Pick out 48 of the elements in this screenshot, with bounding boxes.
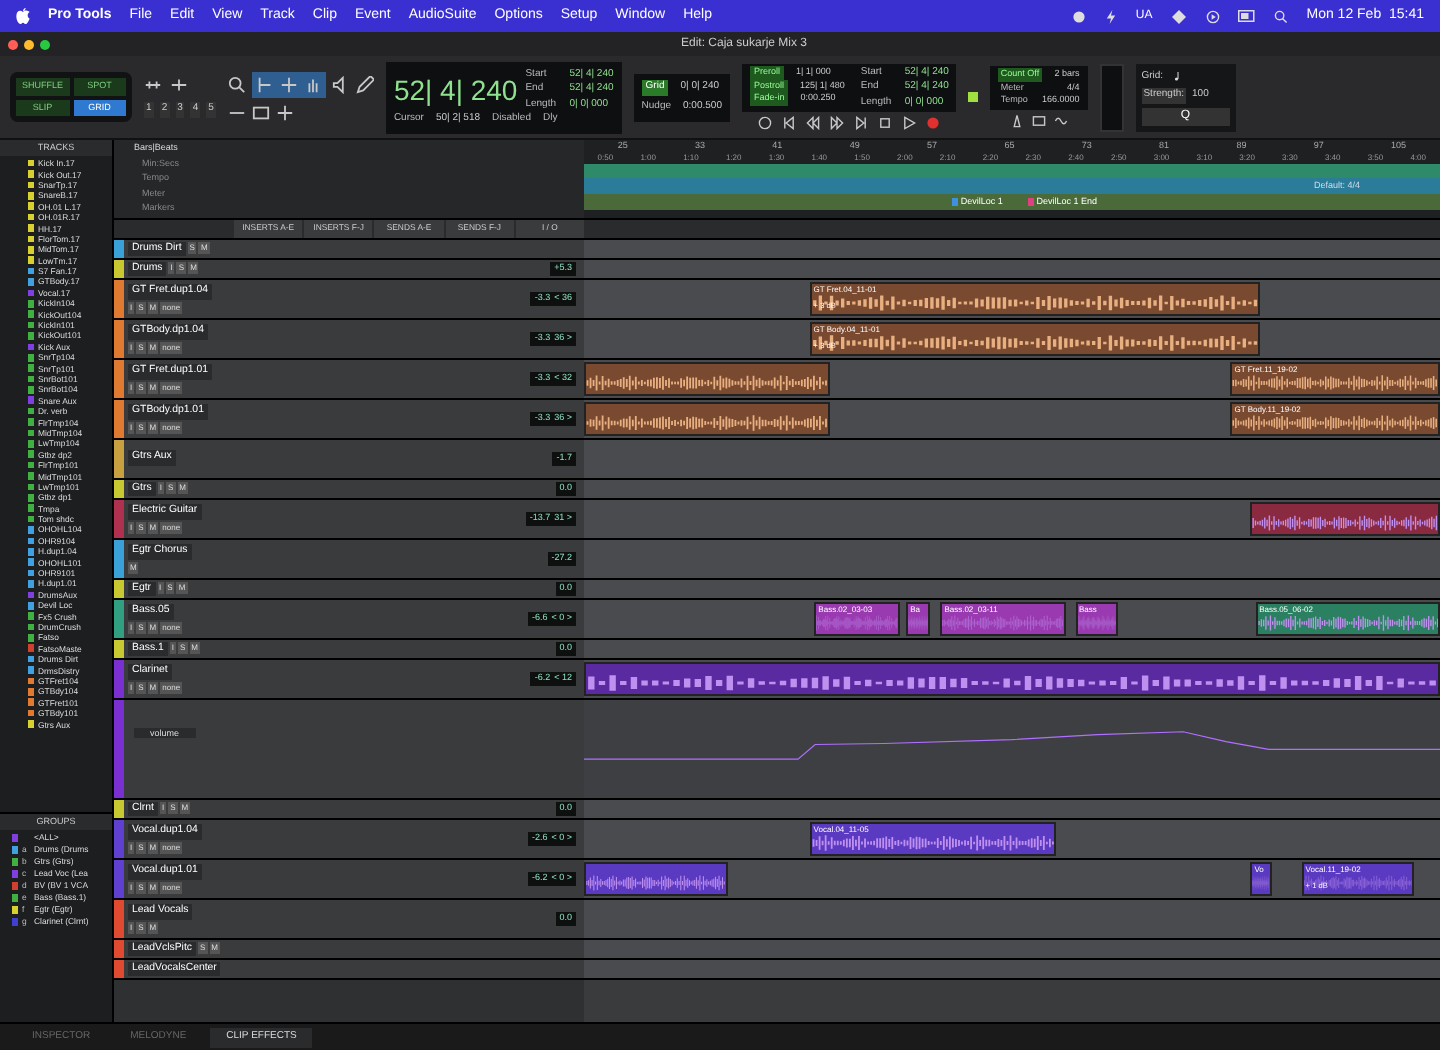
waveform-drawing: [1303, 874, 1413, 893]
marker-flag[interactable]: [952, 198, 959, 206]
marker-flag[interactable]: [1028, 198, 1035, 206]
insertion-follows-icon: [251, 104, 270, 122]
online-icon: [758, 116, 773, 131]
metronome-icon: [1010, 114, 1025, 129]
battery-icon[interactable]: [1238, 10, 1257, 22]
note-icon: [1171, 70, 1182, 83]
waveform-drawing: [586, 874, 726, 893]
waveform-drawing: [1252, 874, 1270, 893]
wave-icon: [1054, 114, 1069, 129]
zoom-button[interactable]: [40, 39, 50, 49]
diamond-icon[interactable]: [1170, 9, 1189, 23]
status-icon[interactable]: [1071, 9, 1086, 23]
hand-tool-icon: [303, 76, 322, 94]
search-icon[interactable]: [1274, 9, 1289, 23]
record-icon: [926, 116, 941, 131]
main-counter: 52| 4| 240: [393, 75, 518, 104]
waveform-drawing: [908, 614, 929, 633]
midi-icon: [1032, 114, 1047, 129]
zoom-in-icon: [170, 76, 189, 95]
audio-clip[interactable]: [1250, 502, 1440, 536]
audio-clip[interactable]: [584, 402, 830, 436]
waveform-drawing: [942, 614, 1064, 633]
waveform-drawing: [816, 614, 898, 633]
fast-forward-icon: [830, 116, 845, 131]
pencil-icon: [355, 76, 374, 94]
zoom-out-icon: [144, 76, 163, 95]
close-button[interactable]: [8, 39, 18, 49]
speaker-tool-icon: [331, 76, 350, 94]
trim-tool-icon: [255, 76, 274, 94]
audio-clip[interactable]: [584, 362, 830, 396]
play-icon: [902, 116, 917, 131]
stop-icon: [878, 116, 893, 131]
lightning-icon[interactable]: [1103, 9, 1118, 23]
waveform-drawing: [1077, 614, 1116, 633]
rewind-icon: [806, 116, 821, 131]
apple-logo-icon[interactable]: [16, 8, 30, 24]
grabber-tool-icon: [279, 76, 298, 94]
level-meter: [1099, 63, 1124, 131]
return-to-zero-icon: [782, 116, 797, 131]
search-icon: [227, 76, 246, 94]
status-led: [968, 92, 979, 102]
minimize-button[interactable]: [24, 39, 34, 49]
mirror-icon: [275, 104, 294, 122]
audio-clip[interactable]: [584, 862, 728, 896]
go-to-end-icon: [854, 116, 869, 131]
play-circle-icon[interactable]: [1206, 9, 1221, 23]
